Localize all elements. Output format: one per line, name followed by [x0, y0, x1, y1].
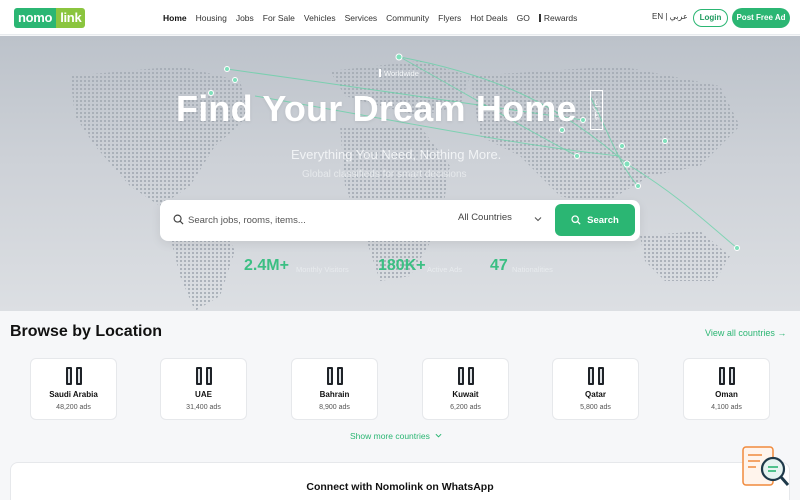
- hero-title: Find Your Dream Home: [176, 88, 577, 129]
- country-name: UAE: [195, 390, 212, 399]
- country-select-value: All Countries: [458, 212, 512, 223]
- badge-label: Worldwide: [384, 69, 419, 78]
- country-card-qatar[interactable]: Qatar 5,800 ads: [552, 358, 639, 420]
- flag-icon: [719, 367, 735, 385]
- worldwide-badge: Worldwide: [379, 69, 419, 78]
- browse-title: Browse by Location: [10, 323, 163, 340]
- nav-flyers[interactable]: Flyers: [438, 13, 461, 23]
- country-select[interactable]: All Countries: [458, 212, 548, 229]
- nav-services[interactable]: Services: [345, 13, 378, 23]
- login-button[interactable]: Login: [693, 9, 728, 27]
- main-nav: Home Housing Jobs For Sale Vehicles Serv…: [163, 0, 577, 35]
- nav-community[interactable]: Community: [386, 13, 429, 23]
- show-more-label: Show more countries: [350, 431, 430, 441]
- country-name: Oman: [715, 390, 738, 399]
- country-ads-count: 6,200 ads: [450, 404, 481, 411]
- rewards-icon: [538, 13, 541, 22]
- country-name: Kuwait: [452, 390, 479, 399]
- country-ads-count: 48,200 ads: [56, 404, 91, 411]
- country-card-uae[interactable]: UAE 31,400 ads: [160, 358, 247, 420]
- chevron-down-icon: [435, 433, 442, 438]
- search-button-icon: [571, 215, 581, 225]
- country-ads-count: 5,800 ads: [580, 404, 611, 411]
- country-card-saudi-arabia[interactable]: Saudi Arabia 48,200 ads: [30, 358, 117, 420]
- nav-go[interactable]: GO: [517, 13, 530, 23]
- stat-visitors-label: Monthly Visitors: [296, 265, 349, 274]
- country-ads-count: 31,400 ads: [186, 404, 221, 411]
- flag-icon: [458, 367, 474, 385]
- search-icon: [173, 214, 184, 225]
- stat-nationalities-label: Nationalities: [512, 265, 553, 274]
- nav-home[interactable]: Home: [163, 13, 187, 23]
- stat-ads-label: Active Ads: [427, 265, 463, 274]
- nav-housing[interactable]: Housing: [196, 13, 227, 23]
- flag-icon: [196, 367, 212, 385]
- search-input[interactable]: [188, 211, 428, 230]
- nav-rewards[interactable]: Rewards: [538, 12, 578, 23]
- chevron-down-icon: [534, 217, 542, 222]
- logo-text-part2: link: [56, 8, 86, 28]
- country-name: Bahrain: [319, 390, 350, 399]
- search-button-label: Search: [587, 214, 619, 226]
- post-free-ad-button[interactable]: Post Free Ad: [732, 8, 790, 28]
- search-list-icon[interactable]: [742, 446, 790, 490]
- country-cards: Saudi Arabia 48,200 ads UAE 31,400 ads B…: [30, 358, 770, 420]
- badge-icon: [379, 69, 381, 77]
- top-header: nomo link Home Housing Jobs For Sale Veh…: [0, 0, 800, 35]
- hero-stats: 2.4M+ Monthly Visitors 180K+ Active Ads …: [0, 257, 800, 279]
- nav-for-sale[interactable]: For Sale: [263, 13, 295, 23]
- logo-text-part1: nomo: [14, 8, 57, 28]
- country-card-oman[interactable]: Oman 4,100 ads: [683, 358, 770, 420]
- language-switcher[interactable]: EN | عربي: [652, 12, 688, 21]
- country-name: Saudi Arabia: [49, 390, 98, 399]
- nav-jobs[interactable]: Jobs: [236, 13, 254, 23]
- hero-subtitle-secondary: Global classifieds for smart decisions: [302, 169, 467, 180]
- nomolink-logo[interactable]: nomo link: [14, 8, 86, 28]
- stat-ads-value: 180K+: [378, 257, 426, 274]
- search-button[interactable]: Search: [555, 204, 635, 236]
- nav-vehicles[interactable]: Vehicles: [304, 13, 336, 23]
- flag-icon: [327, 367, 343, 385]
- flag-icon: [66, 367, 82, 385]
- whatsapp-title: Connect with Nomolink on WhatsApp: [306, 481, 494, 493]
- country-name: Qatar: [585, 390, 606, 399]
- whatsapp-section: Connect with Nomolink on WhatsApp: [10, 462, 790, 500]
- country-ads-count: 8,900 ads: [319, 404, 350, 411]
- flag-icon: [588, 367, 604, 385]
- show-more-countries-button[interactable]: Show more countries: [350, 431, 442, 441]
- search-bar: All Countries Search: [160, 200, 640, 241]
- nav-hot-deals[interactable]: Hot Deals: [470, 13, 507, 23]
- view-all-countries-link[interactable]: View all countries →: [705, 328, 786, 338]
- hero-section: Worldwide Find Your Dream Home عقارات Ev…: [0, 36, 800, 311]
- stat-nationalities-value: 47: [490, 257, 508, 274]
- country-card-kuwait[interactable]: Kuwait 6,200 ads: [422, 358, 509, 420]
- hero-subtitle: Everything You Need, Nothing More.: [291, 147, 502, 162]
- country-ads-count: 4,100 ads: [711, 404, 742, 411]
- country-card-bahrain[interactable]: Bahrain 8,900 ads: [291, 358, 378, 420]
- vertical-tag: عقارات: [590, 90, 603, 130]
- nav-rewards-label: Rewards: [543, 12, 578, 23]
- stat-visitors-value: 2.4M+: [244, 257, 289, 274]
